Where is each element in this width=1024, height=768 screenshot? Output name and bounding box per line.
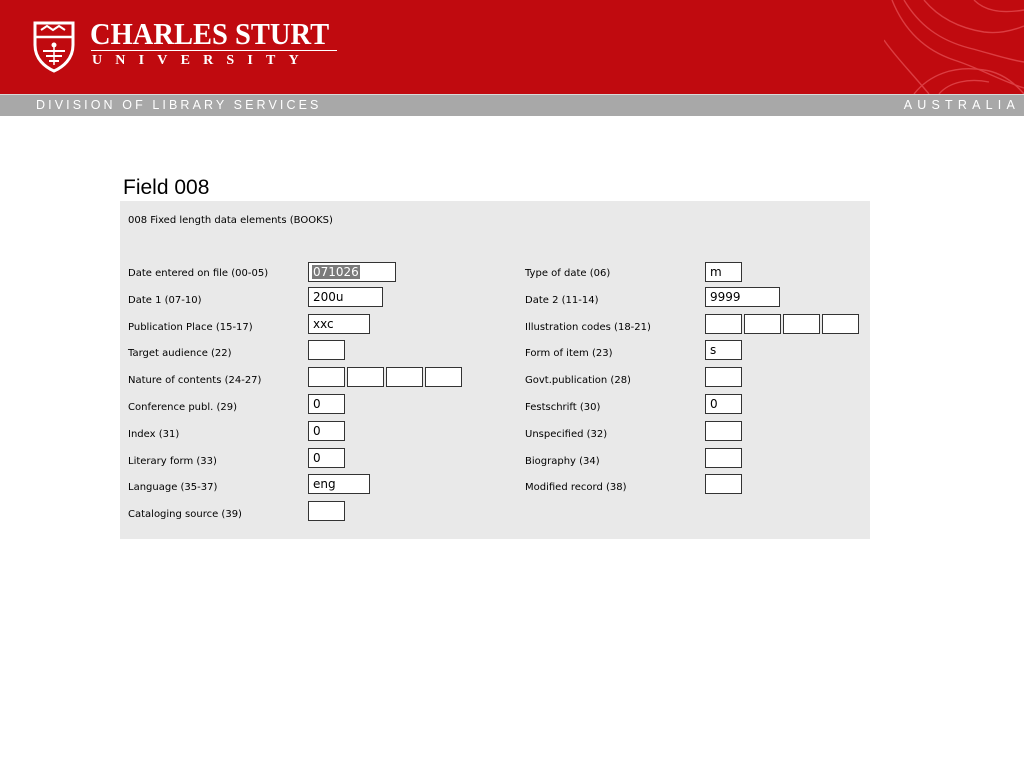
illustration-codes-field-4[interactable] [822, 314, 859, 334]
illustration-codes-field-1[interactable] [705, 314, 742, 334]
language-field[interactable]: eng [308, 474, 370, 494]
modified-record-field[interactable] [705, 474, 742, 494]
publication-place-label: Publication Place (15-17) [128, 322, 253, 333]
unspecified-label: Unspecified (32) [525, 429, 608, 440]
panel-title: 008 Fixed length data elements (BOOKS) [128, 215, 333, 226]
date-2-field[interactable]: 9999 [705, 287, 780, 307]
header-banner: CHARLES STURT UNIVERSITY [0, 0, 1024, 94]
fixed-field-panel: 008 Fixed length data elements (BOOKS) D… [120, 201, 870, 539]
type-of-date-field[interactable]: m [705, 262, 742, 282]
nature-of-contents-field-2[interactable] [347, 367, 384, 387]
nature-of-contents-label: Nature of contents (24-27) [128, 375, 262, 386]
date-1-label: Date 1 (07-10) [128, 295, 202, 306]
date-entered-on-file-label: Date entered on file (00-05) [128, 268, 269, 279]
nature-of-contents-field-1[interactable] [308, 367, 345, 387]
festschrift-field[interactable]: 0 [705, 394, 742, 414]
decorative-watermark-icon [884, 0, 1024, 94]
language-label: Language (35-37) [128, 482, 218, 493]
literary-form-label: Literary form (33) [128, 456, 217, 467]
university-crest-icon [33, 21, 75, 73]
illustration-codes-field-2[interactable] [744, 314, 781, 334]
publication-place-field[interactable]: xxc [308, 314, 370, 334]
country-label: AUSTRALIA [903, 98, 1020, 112]
literary-form-field[interactable]: 0 [308, 448, 345, 468]
type-of-date-label: Type of date (06) [525, 268, 611, 279]
form-of-item-field[interactable]: s [705, 340, 742, 360]
biography-field[interactable] [705, 448, 742, 468]
cataloging-source-field[interactable] [308, 501, 345, 521]
biography-label: Biography (34) [525, 456, 600, 467]
illustration-codes-label: Illustration codes (18-21) [525, 322, 651, 333]
date-entered-on-file-field[interactable]: 071026 [308, 262, 396, 282]
target-audience-field[interactable] [308, 340, 345, 360]
govt-publication-field[interactable] [705, 367, 742, 387]
division-label: DIVISION OF LIBRARY SERVICES [36, 98, 322, 112]
index-field[interactable]: 0 [308, 421, 345, 441]
page-title: Field 008 [123, 176, 210, 199]
date-1-field[interactable]: 200u [308, 287, 383, 307]
logo-divider [91, 50, 337, 51]
logo-wordmark: CHARLES STURT [90, 16, 330, 51]
form-of-item-label: Form of item (23) [525, 348, 613, 359]
nature-of-contents-field-3[interactable] [386, 367, 423, 387]
nature-of-contents-field-4[interactable] [425, 367, 462, 387]
conference-publ-field[interactable]: 0 [308, 394, 345, 414]
index-label: Index (31) [128, 429, 180, 440]
logo-subtitle: UNIVERSITY [92, 53, 312, 68]
division-bar: DIVISION OF LIBRARY SERVICES AUSTRALIA [0, 94, 1024, 116]
illustration-codes-field-3[interactable] [783, 314, 820, 334]
modified-record-label: Modified record (38) [525, 482, 627, 493]
date-2-label: Date 2 (11-14) [525, 295, 599, 306]
festschrift-label: Festschrift (30) [525, 402, 601, 413]
cataloging-source-label: Cataloging source (39) [128, 509, 242, 520]
selected-text: 071026 [312, 265, 360, 279]
conference-publ-label: Conference publ. (29) [128, 402, 238, 413]
target-audience-label: Target audience (22) [128, 348, 232, 359]
govt-publication-label: Govt.publication (28) [525, 375, 631, 386]
unspecified-field[interactable] [705, 421, 742, 441]
